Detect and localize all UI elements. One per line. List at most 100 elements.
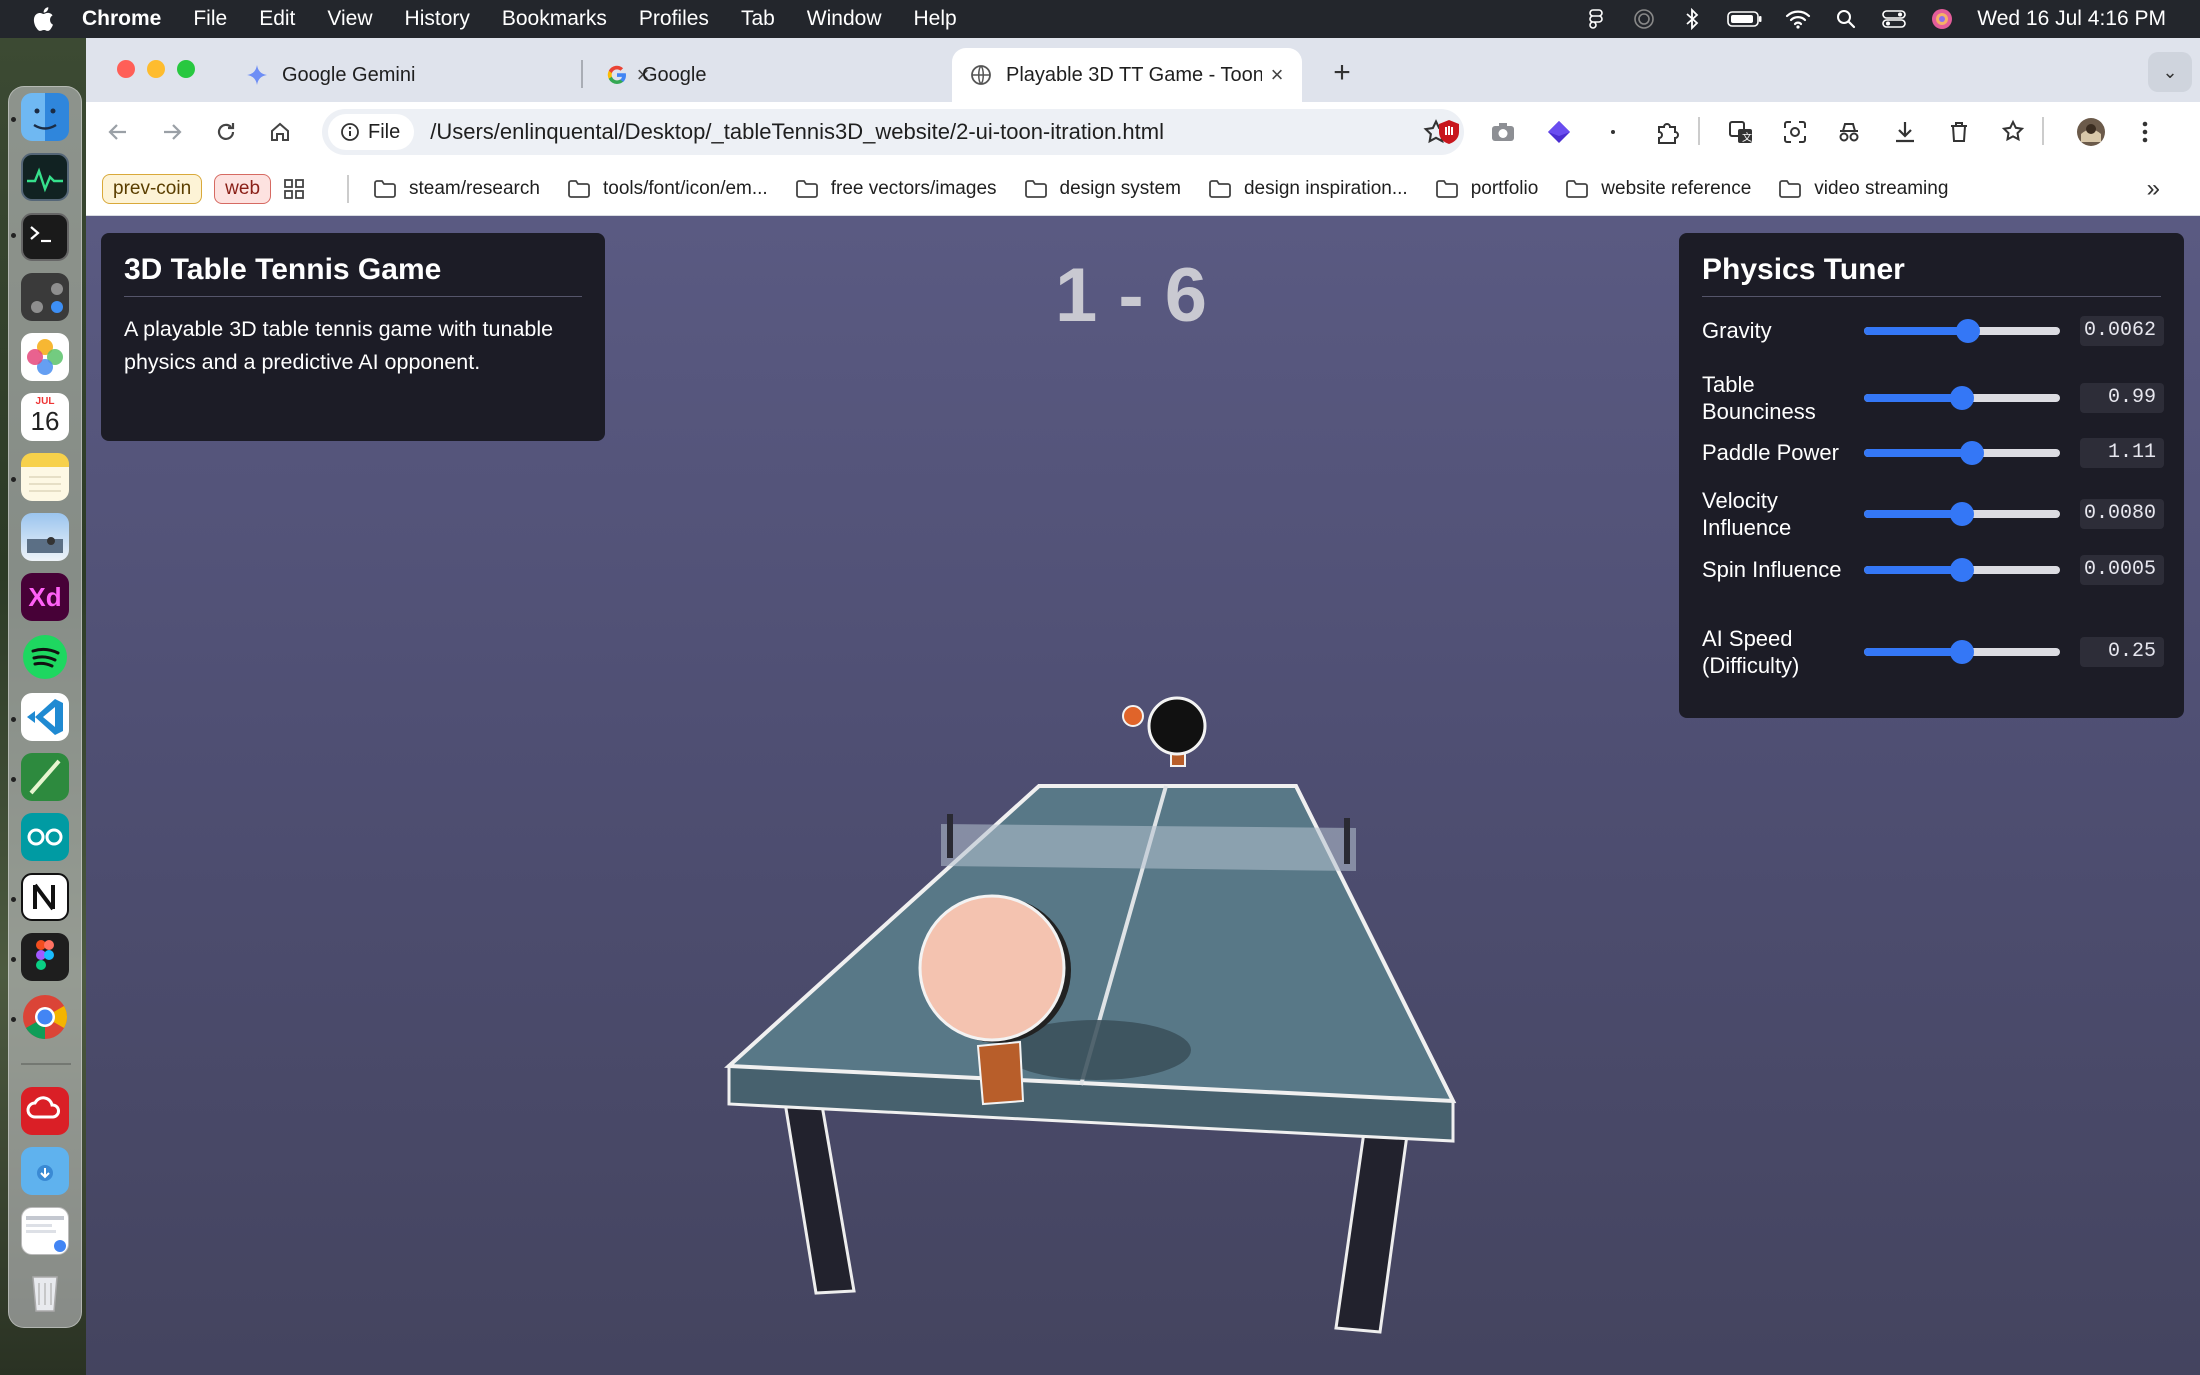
- xd-label: Xd: [28, 582, 62, 612]
- wifi-icon[interactable]: [1785, 9, 1811, 29]
- calculator-icon[interactable]: [21, 273, 69, 321]
- address-bar[interactable]: File /Users/enlinquental/Desktop/_tableT…: [322, 109, 1464, 155]
- forward-button[interactable]: [154, 114, 190, 150]
- gravity-slider[interactable]: [1864, 318, 2060, 343]
- download-icon[interactable]: [1890, 117, 1920, 147]
- control-center-icon[interactable]: [1881, 9, 1907, 29]
- notion-icon[interactable]: [21, 873, 69, 921]
- tuner-row-ai-speed: AI Speed (Difficulty) 0.25: [1702, 625, 2164, 679]
- home-button[interactable]: [262, 114, 298, 150]
- menu-file[interactable]: File: [193, 7, 227, 31]
- profile-avatar[interactable]: [2076, 117, 2106, 147]
- more-menu-icon[interactable]: [2130, 117, 2160, 147]
- figma-status-icon[interactable]: [1583, 9, 1609, 29]
- adobe-xd-icon[interactable]: Xd: [21, 573, 69, 621]
- bookmark-folder[interactable]: design inspiration...: [1208, 178, 1408, 200]
- minimize-window-button[interactable]: [147, 60, 165, 78]
- arduino-icon[interactable]: [21, 813, 69, 861]
- bookmark-folder-label: design inspiration...: [1243, 177, 1408, 199]
- airdrop-icon[interactable]: [1631, 9, 1657, 29]
- param-label: Velocity Influence: [1702, 488, 1792, 540]
- url-text[interactable]: /Users/enlinquental/Desktop/_tableTennis…: [430, 119, 1164, 145]
- spotlight-search-icon[interactable]: [1833, 9, 1859, 29]
- photos-icon[interactable]: [21, 333, 69, 381]
- bluetooth-icon[interactable]: [1679, 8, 1705, 30]
- menu-profiles[interactable]: Profiles: [639, 7, 709, 31]
- menu-window[interactable]: Window: [807, 7, 882, 31]
- vscode-icon[interactable]: [21, 693, 69, 741]
- close-window-button[interactable]: [117, 60, 135, 78]
- paddle-power-slider[interactable]: [1864, 440, 2060, 465]
- reload-button[interactable]: [208, 114, 244, 150]
- activity-monitor-icon[interactable]: [21, 153, 69, 201]
- tab-playable-3d-tt-game[interactable]: Playable 3D TT Game - Toon ×: [952, 48, 1302, 102]
- slider-thumb[interactable]: [1959, 440, 1984, 465]
- running-indicator: [11, 897, 16, 902]
- battery-icon[interactable]: [1727, 9, 1763, 29]
- lens-capture-icon[interactable]: [1780, 117, 1810, 147]
- site-info-chip[interactable]: File: [328, 114, 415, 150]
- finder-icon[interactable]: [21, 93, 69, 141]
- incognito-extension-icon[interactable]: [1834, 117, 1864, 147]
- back-button[interactable]: [100, 114, 136, 150]
- reading-list-star-icon[interactable]: [1998, 117, 2028, 147]
- bookmark-folder[interactable]: website reference: [1565, 178, 1751, 200]
- slider-thumb[interactable]: [1950, 640, 1974, 664]
- param-value: 0.0080: [2080, 499, 2164, 529]
- close-tab-icon[interactable]: ×: [1262, 62, 1292, 88]
- bookmark-folder[interactable]: design system: [1024, 178, 1181, 200]
- apple-icon[interactable]: [32, 6, 54, 32]
- siri-icon[interactable]: [1929, 9, 1955, 29]
- game-viewport[interactable]: 3D Table Tennis Game A playable 3D table…: [86, 216, 2200, 1375]
- bookmark-folder[interactable]: tools/font/icon/em...: [567, 178, 768, 200]
- menu-bookmarks[interactable]: Bookmarks: [502, 7, 607, 31]
- slider-thumb[interactable]: [1955, 318, 1980, 343]
- trash-icon[interactable]: [21, 1267, 69, 1315]
- ublock-extension-icon[interactable]: [1434, 117, 1464, 147]
- bookmark-folder[interactable]: free vectors/images: [795, 178, 997, 200]
- terminal-icon[interactable]: [21, 213, 69, 261]
- table-bounciness-slider[interactable]: [1864, 386, 2060, 410]
- chrome-icon[interactable]: [21, 993, 69, 1041]
- bookmark-folder[interactable]: video streaming: [1778, 178, 1948, 200]
- toolbar-divider: [2042, 117, 2044, 145]
- slider-thumb[interactable]: [1950, 386, 1974, 410]
- notes-icon[interactable]: [21, 453, 69, 501]
- bookmark-prev-coin[interactable]: prev-coin: [102, 173, 203, 204]
- spotify-icon[interactable]: [21, 633, 69, 681]
- new-tab-button[interactable]: +: [1322, 54, 1362, 94]
- delete-icon[interactable]: [1944, 117, 1974, 147]
- zoom-window-button[interactable]: [177, 60, 195, 78]
- bookmark-folder[interactable]: portfolio: [1435, 178, 1538, 200]
- bookmark-folder[interactable]: steam/research: [373, 178, 540, 200]
- menu-edit[interactable]: Edit: [259, 7, 295, 31]
- slider-thumb[interactable]: [1950, 557, 1974, 582]
- tab-search-button[interactable]: ⌄: [2148, 52, 2192, 92]
- apps-grid-button[interactable]: [283, 178, 317, 200]
- figma-icon[interactable]: [21, 933, 69, 981]
- bookmark-web[interactable]: web: [214, 173, 272, 204]
- ai-speed-slider[interactable]: [1864, 640, 2060, 664]
- screenshot-extension-icon[interactable]: [1488, 117, 1518, 147]
- bookmarks-overflow-button[interactable]: »: [2147, 175, 2160, 203]
- preview-icon[interactable]: [21, 513, 69, 561]
- spin-influence-slider[interactable]: [1864, 557, 2060, 582]
- menu-history[interactable]: History: [405, 7, 470, 31]
- dot-extension-icon[interactable]: [1598, 117, 1628, 147]
- toolbar-divider: [1698, 117, 1700, 145]
- downloads-folder-icon[interactable]: [21, 1147, 69, 1195]
- graphing-app-icon[interactable]: [21, 753, 69, 801]
- layers-extension-icon[interactable]: [1544, 117, 1574, 147]
- creative-cloud-icon[interactable]: [21, 1087, 69, 1135]
- velocity-influence-slider[interactable]: [1864, 502, 2060, 526]
- menu-view[interactable]: View: [327, 7, 372, 31]
- menu-help[interactable]: Help: [914, 7, 957, 31]
- calendar-icon[interactable]: JUL 16: [21, 393, 69, 441]
- menu-tab[interactable]: Tab: [741, 7, 775, 31]
- menubar-clock[interactable]: Wed 16 Jul 4:16 PM: [1977, 7, 2166, 31]
- translate-icon[interactable]: 文: [1726, 117, 1756, 147]
- slider-thumb[interactable]: [1950, 502, 1974, 526]
- menu-app-name[interactable]: Chrome: [82, 7, 161, 31]
- recent-window-thumbnail-icon[interactable]: [21, 1207, 69, 1255]
- extensions-puzzle-icon[interactable]: [1652, 117, 1682, 147]
